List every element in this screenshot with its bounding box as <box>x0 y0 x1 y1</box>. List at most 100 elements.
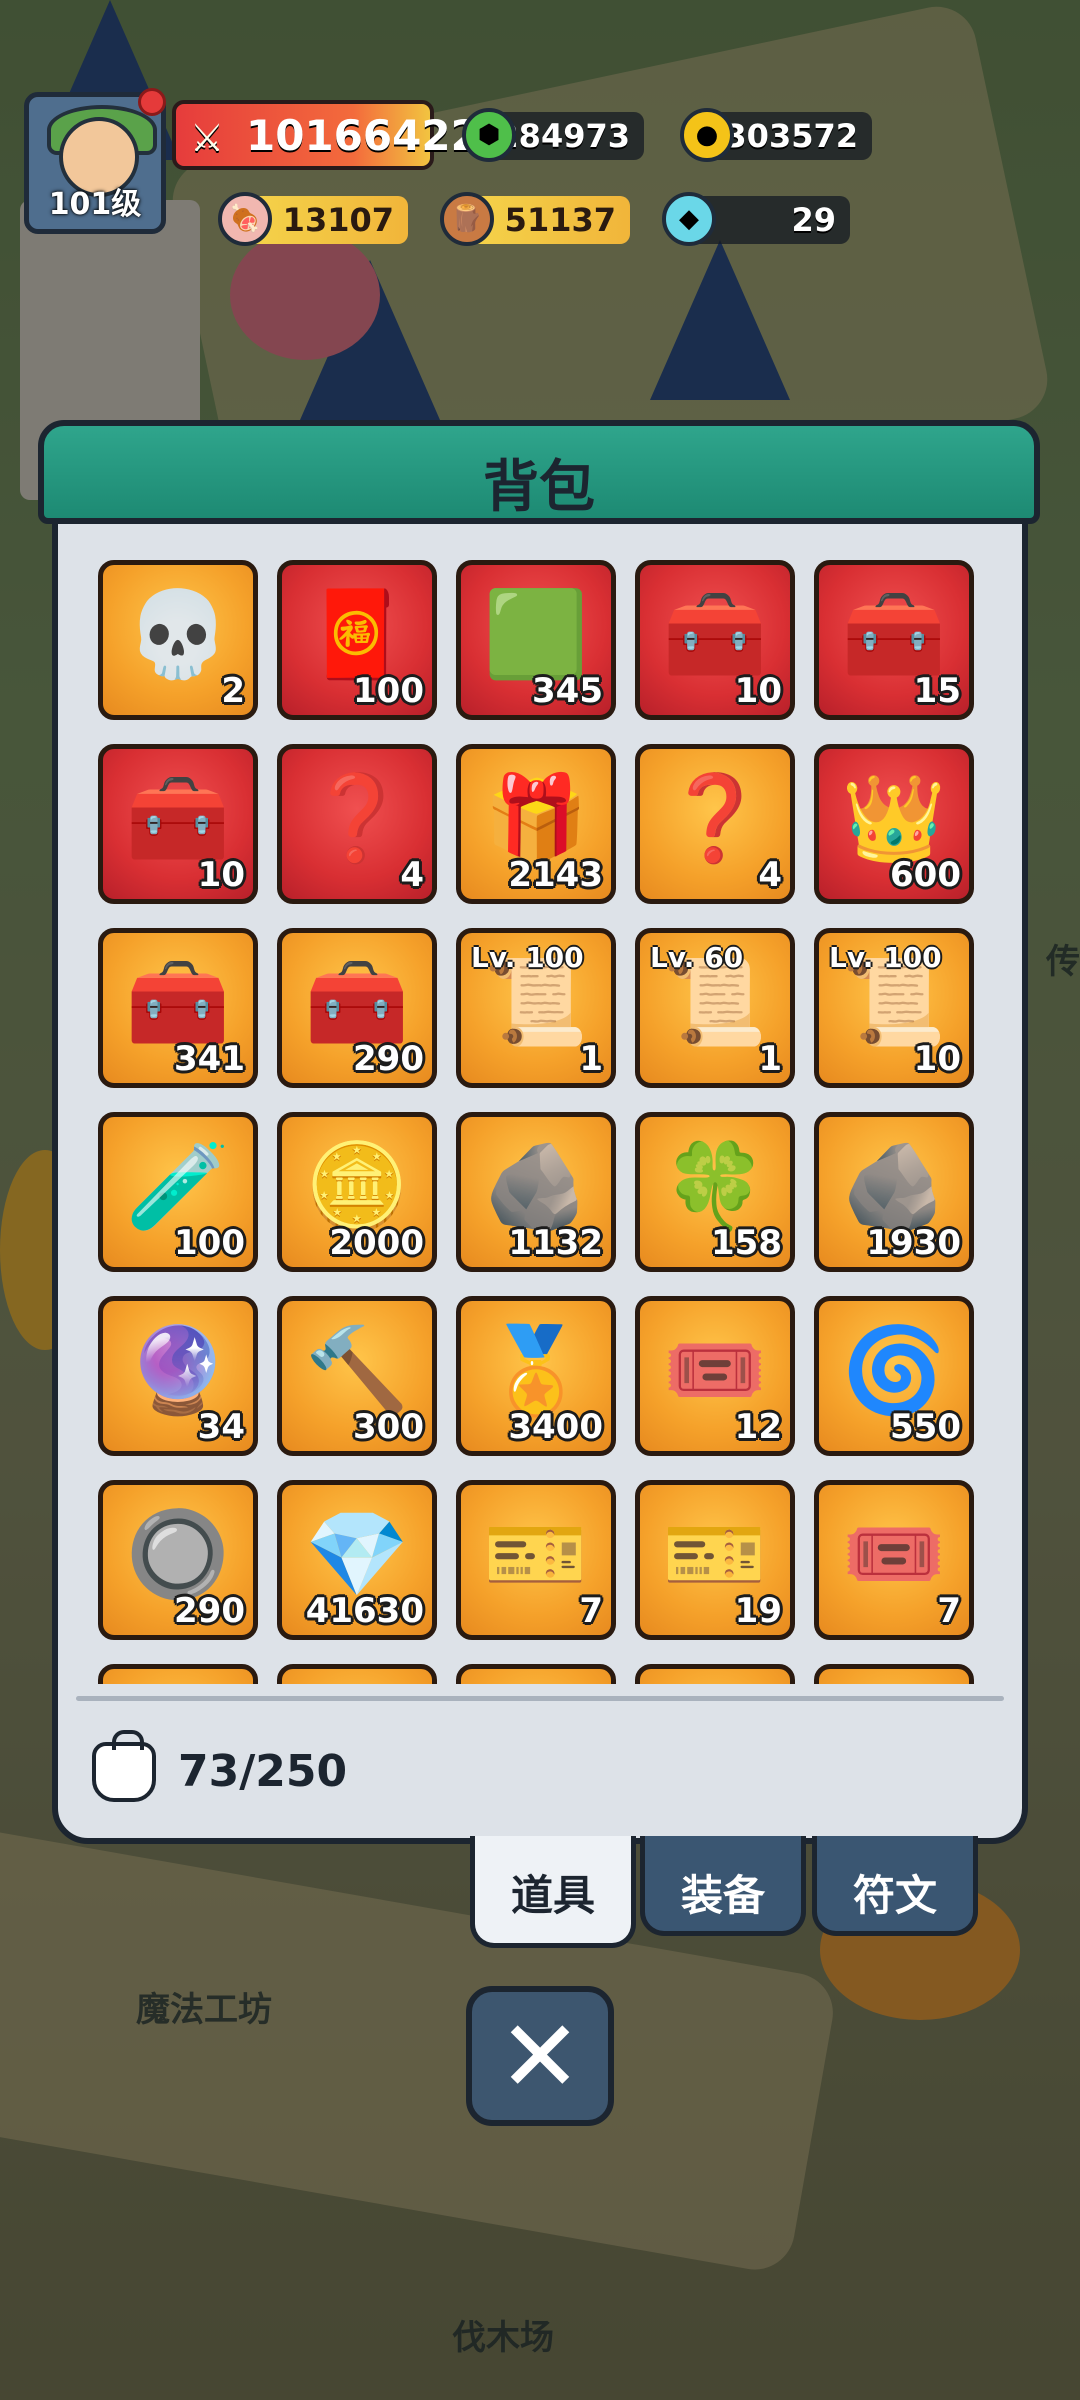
inventory-slot[interactable]: 🔘 290 <box>98 1480 258 1640</box>
inventory-slot[interactable]: 🏅 3400 <box>456 1296 616 1456</box>
diamond-icon: 💎 <box>304 1505 410 1603</box>
inventory-slot[interactable]: 🧰 10 <box>635 560 795 720</box>
skull-icon: 💀 <box>125 585 231 683</box>
close-button[interactable]: ✕ <box>466 1986 614 2126</box>
tab-equipment[interactable]: 装备 <box>640 1836 806 1936</box>
inventory-slot[interactable]: ❓ 4 <box>635 744 795 904</box>
notification-dot <box>138 88 166 116</box>
wood-value: 51137 <box>504 201 616 239</box>
inventory-slot[interactable]: 🧰 15 <box>814 560 974 720</box>
bag-capacity-icon <box>92 1730 156 1802</box>
item-count: 3400 <box>508 1407 603 1447</box>
item-count: 7 <box>579 1591 603 1631</box>
player-level: 101级 <box>48 187 142 222</box>
inventory-slot[interactable]: 🪨 1930 <box>814 1112 974 1272</box>
purple-crystal-icon: 🔮 <box>125 1321 231 1419</box>
inventory-slot[interactable]: 🧰 341 <box>98 928 258 1088</box>
inventory-slot[interactable]: 🌀 550 <box>814 1296 974 1456</box>
inventory-slot[interactable] <box>635 1664 795 1684</box>
item-level-label: Lv. 100 <box>471 941 584 974</box>
inventory-slot[interactable]: 🪙 2000 <box>277 1112 437 1272</box>
inventory-slot[interactable]: 🎟️ 12 <box>635 1296 795 1456</box>
inventory-slot[interactable]: 🧧 100 <box>277 560 437 720</box>
item-count: 7 <box>937 1591 961 1631</box>
mystery-chest-icon: ❓ <box>304 769 410 867</box>
gold-coin-icon: ● <box>680 108 734 162</box>
crossed-swords-icon: ⚔ <box>190 116 225 160</box>
potion-icon: 🧪 <box>125 1137 231 1235</box>
bag-capacity-text: 73/250 <box>178 1746 348 1797</box>
pink-ore-icon: 🪨 <box>483 1137 589 1235</box>
red-envelope-icon: 🧧 <box>304 585 410 683</box>
meat-counter[interactable]: 13107 <box>248 196 408 244</box>
inventory-slot[interactable]: 🎁 2143 <box>456 744 616 904</box>
item-count: 158 <box>711 1223 782 1263</box>
item-count: 550 <box>890 1407 961 1447</box>
inventory-slot[interactable]: 🎫 7 <box>456 1480 616 1640</box>
gem-value: 284973 <box>496 117 630 155</box>
item-count: 2000 <box>329 1223 424 1263</box>
item-count: 41630 <box>305 1591 424 1631</box>
item-count: 34 <box>197 1407 245 1447</box>
inventory-slot[interactable]: 🧪 100 <box>98 1112 258 1272</box>
inventory-slot[interactable]: 💎 41630 <box>277 1480 437 1640</box>
inventory-slot[interactable]: 👑 600 <box>814 744 974 904</box>
inventory-slot[interactable] <box>814 1664 974 1684</box>
royal-chest-icon: 👑 <box>841 769 947 867</box>
item-count: 1132 <box>508 1223 603 1263</box>
inventory-slot[interactable] <box>456 1664 616 1684</box>
inventory-slot[interactable]: 🎫 19 <box>635 1480 795 1640</box>
coin-icon: 🪙 <box>304 1137 410 1235</box>
combat-power-value: 10166422 <box>246 110 480 160</box>
crystal-icon: ◆ <box>662 192 716 246</box>
inventory-slot[interactable]: 🔨 300 <box>277 1296 437 1456</box>
inventory-slot[interactable]: 🎟️ 7 <box>814 1480 974 1640</box>
inventory-slot[interactable]: 🍀 158 <box>635 1112 795 1272</box>
green-card-icon: 🟩 <box>483 585 589 683</box>
blue-chest-icon: 🧰 <box>125 769 231 867</box>
item-count: 341 <box>174 1039 245 1079</box>
stone-icon: 🪨 <box>841 1137 947 1235</box>
tab-items[interactable]: 道具 <box>470 1836 636 1948</box>
clover-icon: 🍀 <box>662 1137 768 1235</box>
red-ticket-icon: 🎟️ <box>662 1321 768 1419</box>
inventory-grid-viewport[interactable]: 💀 2 🧧 100 🟩 345 🧰 10 🧰 15 🧰 10 ❓ 4 🎁 2143 ❓ 4 👑 600 🧰 341 🧰 290… <box>98 560 986 1684</box>
item-count: 345 <box>532 671 603 711</box>
inventory-slot[interactable] <box>277 1664 437 1684</box>
inventory-slot[interactable]: 🔮 34 <box>98 1296 258 1456</box>
inventory-slot[interactable]: 🧰 10 <box>98 744 258 904</box>
inventory-grid: 💀 2 🧧 100 🟩 345 🧰 10 🧰 15 🧰 10 ❓ 4 🎁 2143 ❓ 4 👑 600 🧰 341 🧰 290… <box>98 560 986 1684</box>
inventory-slot[interactable]: ❓ 4 <box>277 744 437 904</box>
inventory-slot[interactable]: 📜 Lv. 100 1 <box>456 928 616 1088</box>
item-count: 4 <box>758 855 782 895</box>
item-count: 300 <box>353 1407 424 1447</box>
inventory-slot[interactable]: 💀 2 <box>98 560 258 720</box>
wood-log-icon: 🪵 <box>440 192 494 246</box>
inventory-slot[interactable]: 🟩 345 <box>456 560 616 720</box>
item-count: 100 <box>353 671 424 711</box>
item-count: 1930 <box>866 1223 961 1263</box>
item-count: 1 <box>758 1039 782 1079</box>
gem-resource-icon: ⬢ <box>462 108 516 162</box>
mystery-chest-icon: ❓ <box>662 769 768 867</box>
item-count: 19 <box>734 1591 782 1631</box>
tab-runes[interactable]: 符文 <box>812 1836 978 1936</box>
wood-counter[interactable]: 51137 <box>470 196 630 244</box>
item-level-label: Lv. 100 <box>829 941 942 974</box>
inventory-slot[interactable]: 📜 Lv. 100 10 <box>814 928 974 1088</box>
item-count: 12 <box>734 1407 782 1447</box>
red-ticket-icon: 🎟️ <box>841 1505 947 1603</box>
backpack-header: 背包 <box>38 420 1040 524</box>
item-count: 10 <box>197 855 245 895</box>
blue-ticket-icon: 🎫 <box>483 1505 589 1603</box>
item-count: 10 <box>734 671 782 711</box>
item-count: 1 <box>579 1039 603 1079</box>
inventory-slot[interactable]: 📜 Lv. 60 1 <box>635 928 795 1088</box>
inventory-slot[interactable]: 🪨 1132 <box>456 1112 616 1272</box>
item-count: 2 <box>221 671 245 711</box>
inventory-slot[interactable]: 🧰 290 <box>277 928 437 1088</box>
item-count: 15 <box>913 671 961 711</box>
white-rune-icon: 🔘 <box>125 1505 231 1603</box>
close-icon: ✕ <box>498 1997 582 2115</box>
inventory-slot[interactable] <box>98 1664 258 1684</box>
